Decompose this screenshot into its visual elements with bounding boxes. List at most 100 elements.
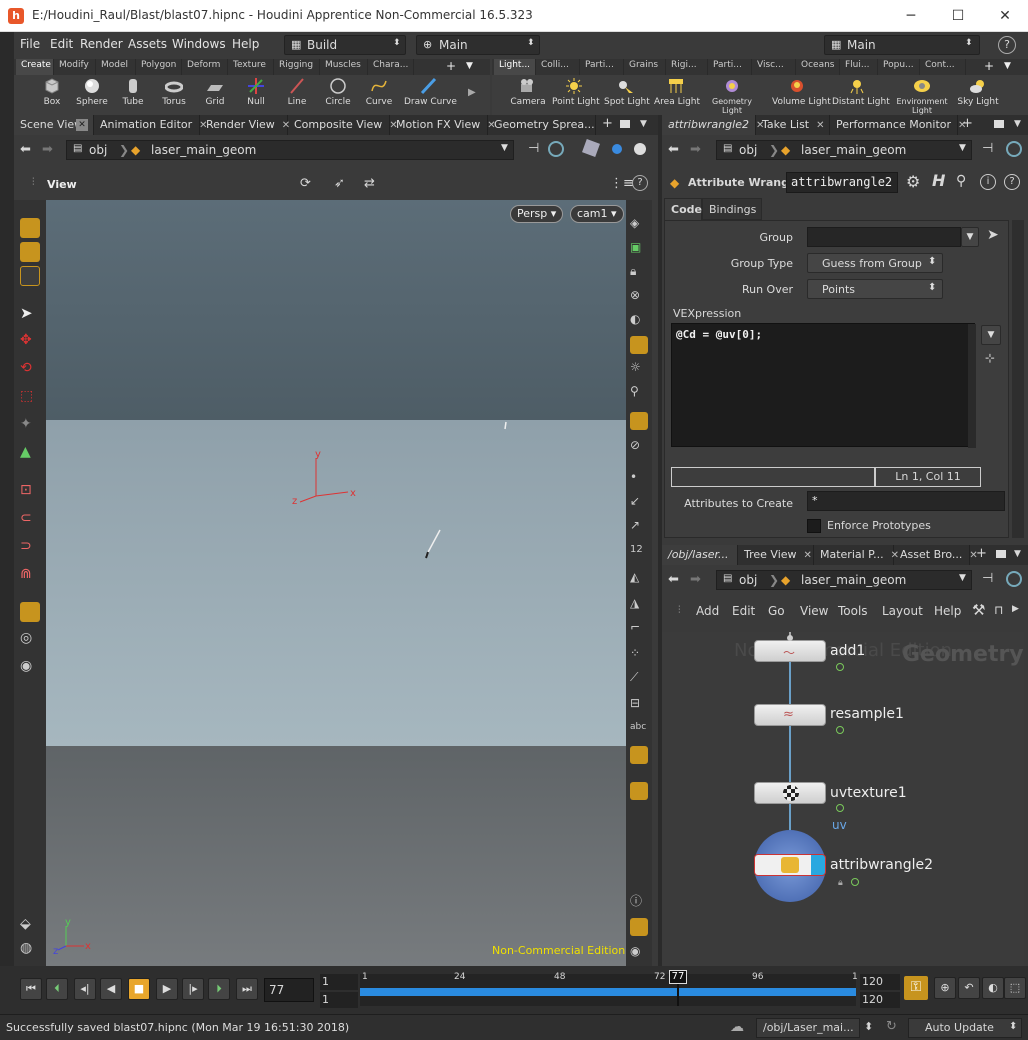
vertex-display-icon[interactable]: ⁘ xyxy=(630,646,648,664)
wrench-icon[interactable]: ⚒ xyxy=(972,601,985,619)
forward-arrow-icon[interactable]: ➡ xyxy=(690,142,701,157)
play-button[interactable]: ▶ xyxy=(156,978,178,1000)
search-icon[interactable]: ⚲ xyxy=(956,173,966,189)
undo-key-icon[interactable]: ↶ xyxy=(958,977,980,999)
tool-curve[interactable]: Curve xyxy=(357,77,401,115)
pin-icon[interactable]: ⊣ xyxy=(982,141,993,156)
shelf-tab-collisions[interactable]: Colli... xyxy=(536,59,580,75)
camera-view-icon[interactable]: ▣ xyxy=(630,240,648,258)
back-arrow-icon[interactable]: ⬅ xyxy=(668,572,679,587)
tool-circle[interactable]: Circle xyxy=(316,77,360,115)
layout-icon[interactable] xyxy=(630,918,648,936)
home-view-icon[interactable]: ⬙ xyxy=(20,916,40,936)
point-numbers-icon[interactable]: 12 xyxy=(630,544,648,562)
timeline-track[interactable]: 1 24 48 72 96 1 77 xyxy=(360,970,858,1006)
key-icon[interactable]: ⚿ xyxy=(904,976,928,1000)
node-add1[interactable]: 〜 xyxy=(754,640,826,662)
info-icon[interactable]: ⓘ xyxy=(630,892,648,910)
uv-display-icon[interactable]: ⌐ xyxy=(630,620,648,638)
display-flags-icon[interactable]: ⋮≡ xyxy=(610,176,634,191)
update-mode-select[interactable]: Auto Update ⬍ xyxy=(908,1018,1022,1038)
shelf-tab-container[interactable]: Cont... xyxy=(920,59,966,75)
network-menu-add[interactable]: Add xyxy=(696,604,719,618)
tool-volume-light[interactable]: Volume Light xyxy=(772,77,831,115)
shelf-scroll-right-icon[interactable]: ▶ xyxy=(468,87,476,98)
desktop-selector[interactable]: ▦ Build ⬍ xyxy=(284,35,406,55)
node-uvtexture1[interactable] xyxy=(754,782,826,804)
tab-attribwrangle2[interactable]: attribwrangle2 ✕ xyxy=(662,115,764,135)
context-selector[interactable]: ⊕ Main ⬍ xyxy=(416,35,540,55)
arrow-select-icon[interactable]: ➤ xyxy=(20,304,40,324)
node-flag-icon[interactable] xyxy=(836,804,844,812)
shelf-tab-deform[interactable]: Deform xyxy=(182,59,228,75)
tool-geometry-light[interactable]: Geometry Light xyxy=(710,77,754,115)
link-icon[interactable] xyxy=(1006,141,1022,157)
close-icon[interactable]: ✕ xyxy=(804,550,812,561)
view-tool-icon[interactable]: ⊡ xyxy=(20,482,40,502)
handle-tool-icon[interactable]: ▲ xyxy=(20,444,40,464)
tool-distant-light[interactable]: Distant Light xyxy=(832,77,890,115)
snapshot-icon[interactable]: ◉ xyxy=(20,658,40,678)
shelf-tab-polygon[interactable]: Polygon xyxy=(136,59,182,75)
layout-toggle-icon[interactable]: ⊓ xyxy=(994,603,1003,617)
tool-grid[interactable]: Grid xyxy=(193,77,237,115)
menu-assets[interactable]: Assets xyxy=(128,37,167,51)
background-image-icon[interactable] xyxy=(630,746,648,764)
reference-plane-icon[interactable]: ⊗ xyxy=(630,288,648,306)
tool-spot-light[interactable]: Spot Light xyxy=(604,77,650,115)
tool-line[interactable]: Line xyxy=(275,77,319,115)
tab-take-list[interactable]: Take List ✕ xyxy=(756,115,830,135)
group-field[interactable] xyxy=(807,227,961,247)
pane-menu-icon[interactable]: ▼ xyxy=(1014,119,1021,129)
flipbook-icon[interactable]: ◎ xyxy=(20,630,40,650)
rotate-tool-icon[interactable]: ⟲ xyxy=(20,360,40,380)
vector-display-icon[interactable]: ↗ xyxy=(630,518,648,536)
tab-performance-monitor[interactable]: Performance Monitor ✕ xyxy=(830,115,966,135)
gear-icon[interactable]: ⚙ xyxy=(906,172,920,191)
background-icon[interactable] xyxy=(634,143,646,155)
tool-draw-curve[interactable]: Draw Curve xyxy=(404,77,457,115)
add-shelf-tab-icon[interactable]: + xyxy=(446,59,456,73)
lock-icon[interactable]: 🔒︎ xyxy=(838,878,843,888)
tool-point-light[interactable]: Point Light xyxy=(552,77,600,115)
text-display-icon[interactable]: abc xyxy=(630,722,648,740)
tab-animation-editor[interactable]: Animation Editor ✕ xyxy=(94,115,208,135)
group-dropdown-icon[interactable]: ▼ xyxy=(961,227,979,247)
menu-windows[interactable]: Windows xyxy=(172,37,226,51)
start-frame-field[interactable]: 1 xyxy=(320,974,358,990)
camera-tumble-icon[interactable]: ⟳ xyxy=(300,176,311,191)
network-menu-go[interactable]: Go xyxy=(768,604,785,618)
pan-view-icon[interactable]: ⊃ xyxy=(20,538,40,558)
move-tool-icon[interactable]: ✥ xyxy=(20,332,40,352)
forward-arrow-icon[interactable]: ➡ xyxy=(690,572,701,587)
display-options-icon[interactable] xyxy=(582,139,600,157)
tab-render-view[interactable]: Render View ✕ xyxy=(200,115,290,135)
network-menu-view[interactable]: View xyxy=(800,604,828,618)
scene-path-field[interactable]: ▤ obj ❯ ◆ laser_main_geom ▼ xyxy=(66,140,514,160)
network-editor[interactable]: Non-Commercial Edition Geometry 〜 add1 ≈… xyxy=(662,632,1024,966)
node-flag-icon[interactable] xyxy=(836,726,844,734)
normal-display-icon[interactable]: ↙ xyxy=(630,494,648,512)
expand-editor-icon[interactable]: ⊹ xyxy=(985,351,995,365)
add-tab-icon[interactable]: + xyxy=(602,116,613,131)
ambient-occlusion-icon[interactable]: ⚲ xyxy=(630,384,648,402)
stop-button[interactable]: ■ xyxy=(128,978,150,1000)
tool-sky-light[interactable]: Sky Light xyxy=(956,77,1000,115)
shelf-tab-oceans[interactable]: Oceans xyxy=(796,59,840,75)
tool-environment-light[interactable]: Environment Light xyxy=(896,77,948,115)
menu-file[interactable]: File xyxy=(20,37,40,51)
shelf-tab-populate[interactable]: Popu... xyxy=(878,59,920,75)
tab-network[interactable]: /obj/laser... xyxy=(662,545,738,565)
chevron-right-icon[interactable]: ▶ xyxy=(1012,604,1019,614)
link-icon[interactable] xyxy=(548,141,564,157)
network-menu-layout[interactable]: Layout xyxy=(882,604,923,618)
menu-help[interactable]: Help xyxy=(232,37,259,51)
link-icon[interactable] xyxy=(1006,571,1022,587)
shelf-tab-fluids[interactable]: Flui... xyxy=(840,59,878,75)
prim-display-icon[interactable]: ◭ xyxy=(630,570,648,588)
ghost-icon[interactable] xyxy=(630,412,648,430)
scale-tool-icon[interactable]: ⬚ xyxy=(20,388,40,408)
shelf-tab-character[interactable]: Chara... xyxy=(368,59,414,75)
jump-end-button[interactable]: ⏭ xyxy=(236,978,258,1000)
select-object-icon[interactable] xyxy=(20,218,40,238)
